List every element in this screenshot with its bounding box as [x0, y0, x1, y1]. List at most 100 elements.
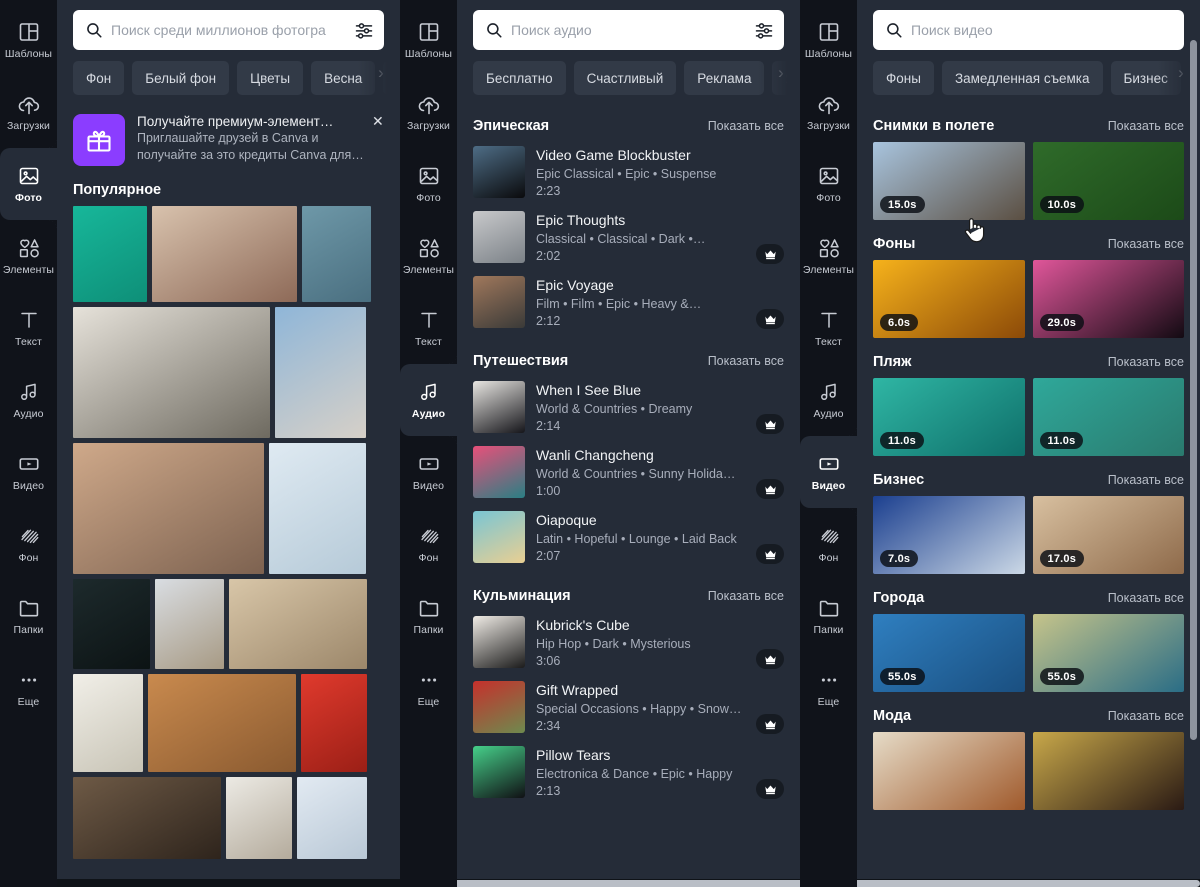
photo-thumbnail[interactable]	[155, 579, 224, 669]
audio-search-input[interactable]	[511, 22, 746, 38]
show-all-link[interactable]: Показать все	[1108, 355, 1184, 369]
sidebar-item-folder[interactable]: Папки	[0, 580, 57, 652]
audio-chip-row[interactable]: Бесплатно Счастливый Реклама Яр ›	[457, 50, 800, 102]
sidebar-item-elements[interactable]: Элементы	[400, 220, 457, 292]
video-thumbnail[interactable]: 11.0s	[873, 378, 1025, 456]
photo-thumbnail[interactable]	[226, 777, 292, 859]
sidebar-item-upload-cloud[interactable]: Загрузки	[800, 76, 857, 148]
video-search-bar[interactable]	[873, 10, 1184, 50]
track-row[interactable]: Gift Wrapped Special Occasions • Happy • …	[473, 677, 784, 742]
sidebar-item-background[interactable]: Фон	[400, 508, 457, 580]
track-row[interactable]: Epic Voyage Film • Film • Epic • Heavy &……	[473, 272, 784, 337]
video-thumbnail[interactable]: 10.0s	[1032, 142, 1184, 220]
video-thumbnail[interactable]: 11.0s	[1032, 378, 1184, 456]
sliders-icon[interactable]	[754, 20, 774, 40]
video-search-input[interactable]	[911, 22, 1174, 38]
photo-thumbnail[interactable]	[73, 674, 143, 772]
show-all-link[interactable]: Показать все	[708, 589, 784, 603]
sidebar-item-audio[interactable]: Аудио	[0, 364, 57, 436]
photo-thumbnail[interactable]	[275, 307, 366, 438]
photo-thumbnail[interactable]	[73, 206, 147, 302]
show-all-link[interactable]: Показать все	[1108, 709, 1184, 723]
sliders-icon[interactable]	[354, 20, 374, 40]
photo-thumbnail[interactable]	[301, 674, 367, 772]
video-thumbnail[interactable]: 15.0s	[873, 142, 1025, 220]
show-all-link[interactable]: Показать все	[1108, 237, 1184, 251]
sidebar-item-photo[interactable]: Фото	[800, 148, 857, 220]
sidebar-item-label: Загрузки	[406, 120, 451, 133]
sidebar-item-audio[interactable]: Аудио	[400, 354, 457, 446]
photo-thumbnail[interactable]	[73, 777, 221, 859]
sidebar-item-background[interactable]: Фон	[0, 508, 57, 580]
track-row[interactable]: Epic Thoughts Classical • Classical • Dar…	[473, 207, 784, 272]
photo-chip-row[interactable]: ФонБелый фонЦветыВеснаКо›	[57, 50, 400, 102]
video-thumbnail[interactable]: 55.0s	[873, 614, 1025, 692]
filter-chip[interactable]: Фон	[73, 61, 125, 95]
sidebar-item-text[interactable]: Текст	[0, 292, 57, 364]
track-cover	[473, 381, 525, 433]
filter-chip[interactable]: Фоны	[873, 61, 934, 95]
photo-thumbnail[interactable]	[73, 443, 264, 574]
sidebar-item-more-dots[interactable]: Еще	[0, 652, 57, 724]
sidebar-item-video[interactable]: Видео	[0, 436, 57, 508]
sidebar-item-text[interactable]: Текст	[800, 292, 857, 364]
video-thumbnail[interactable]: 7.0s	[873, 496, 1025, 574]
chevron-right-icon[interactable]: ›	[1170, 56, 1192, 90]
filter-chip[interactable]: Бесплатно	[473, 61, 566, 95]
track-row[interactable]: Oiapoque Latin • Hopeful • Lounge • Laid …	[473, 507, 784, 572]
sidebar-item-background[interactable]: Фон	[800, 508, 857, 580]
photo-thumbnail[interactable]	[269, 443, 366, 574]
sidebar-item-folder[interactable]: Папки	[400, 580, 457, 652]
show-all-link[interactable]: Показать все	[1108, 591, 1184, 605]
photo-thumbnail[interactable]	[148, 674, 296, 772]
show-all-link[interactable]: Показать все	[708, 354, 784, 368]
show-all-link[interactable]: Показать все	[1108, 473, 1184, 487]
filter-chip[interactable]: Весна	[311, 61, 376, 95]
video-chip-row[interactable]: Фоны Замедленная съемка Бизнес ›	[857, 50, 1200, 102]
photo-search-bar[interactable]	[73, 10, 384, 50]
filter-chip[interactable]: Цветы	[237, 61, 304, 95]
photo-thumbnail[interactable]	[73, 307, 270, 438]
photo-thumbnail[interactable]	[297, 777, 367, 859]
photo-thumbnail[interactable]	[152, 206, 297, 302]
sidebar-item-elements[interactable]: Элементы	[800, 220, 857, 292]
sidebar-item-video[interactable]: Видео	[800, 426, 857, 518]
track-row[interactable]: Wanli Changcheng World & Countries • Sunn…	[473, 442, 784, 507]
sidebar-item-photo[interactable]: Фото	[400, 148, 457, 220]
video-thumbnail[interactable]: 17.0s	[1032, 496, 1184, 574]
photo-search-input[interactable]	[111, 22, 346, 38]
sidebar-item-upload-cloud[interactable]: Загрузки	[400, 76, 457, 148]
filter-chip[interactable]: Белый фон	[132, 61, 230, 95]
photo-thumbnail[interactable]	[73, 579, 150, 669]
sidebar-item-video[interactable]: Видео	[400, 436, 457, 508]
video-thumbnail[interactable]: 55.0s	[1032, 614, 1184, 692]
track-row[interactable]: Video Game Blockbuster Epic Classical • E…	[473, 142, 784, 207]
sidebar-item-templates[interactable]: Шаблоны	[400, 4, 457, 76]
sidebar-item-more-dots[interactable]: Еще	[800, 652, 857, 724]
sidebar-item-photo[interactable]: Фото	[0, 138, 57, 230]
chevron-right-icon[interactable]: ›	[770, 56, 792, 90]
audio-search-bar[interactable]	[473, 10, 784, 50]
show-all-link[interactable]: Показать все	[1108, 119, 1184, 133]
track-row[interactable]: Pillow Tears Electronica & Dance • Epic •…	[473, 742, 784, 807]
photo-thumbnail[interactable]	[229, 579, 367, 669]
track-row[interactable]: Kubrick's Cube Hip Hop • Dark • Mysteriou…	[473, 612, 784, 677]
sidebar-item-more-dots[interactable]: Еще	[400, 652, 457, 724]
chevron-right-icon[interactable]: ›	[370, 56, 392, 90]
video-thumbnail[interactable]: 29.0s	[1032, 260, 1184, 338]
vertical-scrollbar[interactable]	[1190, 40, 1197, 740]
sidebar-item-elements[interactable]: Элементы	[0, 220, 57, 292]
filter-chip[interactable]: Счастливый	[573, 61, 677, 95]
filter-chip[interactable]: Реклама	[684, 61, 765, 95]
show-all-link[interactable]: Показать все	[708, 119, 784, 133]
sidebar-item-templates[interactable]: Шаблоны	[800, 4, 857, 76]
video-thumbnail[interactable]	[1032, 732, 1184, 810]
sidebar-item-templates[interactable]: Шаблоны	[0, 4, 57, 76]
video-thumbnail[interactable]: 6.0s	[873, 260, 1025, 338]
sidebar-item-folder[interactable]: Папки	[800, 580, 857, 652]
filter-chip[interactable]: Замедленная съемка	[941, 61, 1103, 95]
close-icon[interactable]: ✕	[372, 114, 386, 128]
video-thumbnail[interactable]	[873, 732, 1025, 810]
photo-thumbnail[interactable]	[302, 206, 371, 302]
track-row[interactable]: When I See Blue World & Countries • Dream…	[473, 377, 784, 442]
